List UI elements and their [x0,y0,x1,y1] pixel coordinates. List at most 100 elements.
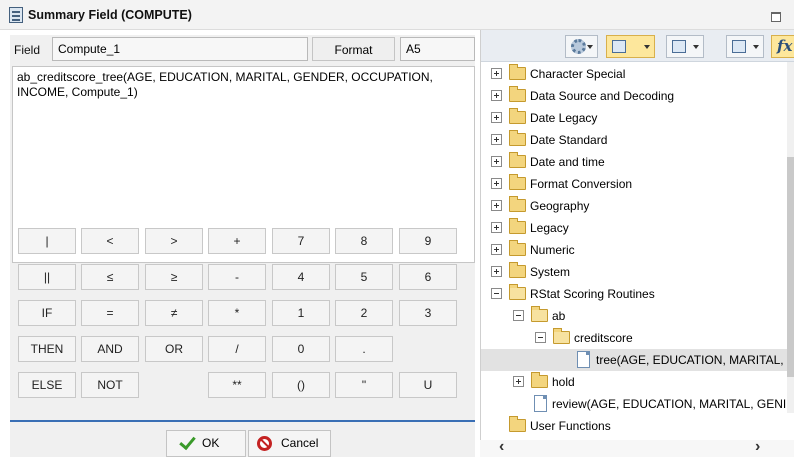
folder-icon [509,130,526,146]
document-icon [534,395,547,412]
key-multiply[interactable]: * [208,300,266,326]
cancel-button[interactable]: Cancel [248,430,331,457]
key-if[interactable]: IF [18,300,76,326]
expand-icon[interactable] [491,68,502,79]
key-less-than[interactable]: < [81,228,139,254]
key-else[interactable]: ELSE [18,372,76,398]
scrollbar-thumb[interactable] [787,157,794,377]
ok-button[interactable]: OK [166,430,246,457]
key-u[interactable]: U [399,372,457,398]
tree-item[interactable]: Date Standard [481,129,787,151]
collapse-icon[interactable] [513,310,524,321]
folder-icon [509,174,526,190]
tree-item-label: Geography [530,199,590,213]
key-minus[interactable]: - [208,264,266,290]
key-quote[interactable]: " [335,372,393,398]
key-power[interactable]: ** [208,372,266,398]
maximize-button[interactable] [771,12,781,22]
chevron-down-icon [644,45,650,49]
scroll-right-icon[interactable]: › [755,438,760,456]
tree-item[interactable]: review(AGE, EDUCATION, MARITAL, GENI [481,393,787,415]
folder-icon [531,372,548,388]
tree-item-selected[interactable]: tree(AGE, EDUCATION, MARITAL, [481,349,787,371]
tree-dropdown[interactable] [726,35,764,58]
view-icon [612,40,626,53]
checkmark-icon [179,432,196,451]
tree-item[interactable]: System [481,261,787,283]
expand-icon[interactable] [491,244,502,255]
expand-icon[interactable] [513,376,524,387]
no-entry-icon [257,436,272,451]
format-button[interactable]: Format [312,37,395,61]
key-8[interactable]: 8 [335,228,393,254]
tree-item[interactable]: Numeric [481,239,787,261]
tree-item[interactable]: Geography [481,195,787,217]
key-parentheses[interactable]: () [272,372,330,398]
list-dropdown[interactable] [666,35,704,58]
scroll-left-icon[interactable]: ‹ [499,438,504,456]
ok-label: OK [202,436,220,450]
key-equals[interactable]: = [81,300,139,326]
format-input[interactable]: A5 [400,37,475,61]
expand-icon[interactable] [491,178,502,189]
tree-item[interactable]: Date Legacy [481,107,787,129]
view-dropdown[interactable] [606,35,655,58]
expand-icon[interactable] [491,134,502,145]
key-greater-than[interactable]: > [145,228,203,254]
tree-item[interactable]: Format Conversion [481,173,787,195]
tree-item[interactable]: hold [481,371,787,393]
key-or[interactable]: OR [145,336,203,362]
cancel-label: Cancel [281,436,319,450]
function-button[interactable]: fx [771,35,794,58]
field-name-input[interactable]: Compute_1 [52,37,308,61]
expand-icon[interactable] [491,222,502,233]
folder-icon [509,218,526,234]
tree-item-label: creditscore [574,331,633,345]
key-not-equal[interactable]: ≠ [145,300,203,326]
key-6[interactable]: 6 [399,264,457,290]
key-plus[interactable]: + [208,228,266,254]
tree-item[interactable]: Data Source and Decoding [481,85,787,107]
key-5[interactable]: 5 [335,264,393,290]
tree-item[interactable]: Date and time [481,151,787,173]
tree-item[interactable]: Character Special [481,63,787,85]
key-3[interactable]: 3 [399,300,457,326]
tree-item[interactable]: User Functions [481,415,787,437]
key-1[interactable]: 1 [272,300,330,326]
tree-item-label: review(AGE, EDUCATION, MARITAL, GENI [552,397,787,411]
tree-item[interactable]: creditscore [481,327,787,349]
expand-icon[interactable] [491,156,502,167]
expand-icon[interactable] [491,112,502,123]
expand-icon[interactable] [491,200,502,211]
tree-item[interactable]: Legacy [481,217,787,239]
key-9[interactable]: 9 [399,228,457,254]
key-2[interactable]: 2 [335,300,393,326]
key-greater-equal[interactable]: ≥ [145,264,203,290]
tree-item-label: Date Legacy [530,111,598,125]
gear-icon [571,39,586,54]
tree-item[interactable]: RStat Scoring Routines [481,283,787,305]
folder-icon [509,64,526,80]
key-and[interactable]: AND [81,336,139,362]
key-then[interactable]: THEN [18,336,76,362]
chevron-down-icon [693,45,699,49]
key-pipe[interactable]: | [18,228,76,254]
key-concat[interactable]: || [18,264,76,290]
key-4[interactable]: 4 [272,264,330,290]
key-less-equal[interactable]: ≤ [81,264,139,290]
settings-dropdown[interactable] [565,35,598,58]
vertical-scrollbar[interactable] [787,62,794,413]
key-decimal[interactable]: . [335,336,393,362]
key-not[interactable]: NOT [81,372,139,398]
tree-item[interactable]: ab [481,305,787,327]
key-divide[interactable]: / [208,336,266,362]
collapse-icon[interactable] [491,288,502,299]
collapse-icon[interactable] [535,332,546,343]
tree-item-label: Data Source and Decoding [530,89,675,103]
expand-icon[interactable] [491,266,502,277]
horizontal-scrollbar[interactable]: ‹ › [480,438,794,457]
folder-icon [509,196,526,212]
key-7[interactable]: 7 [272,228,330,254]
key-0[interactable]: 0 [272,336,330,362]
expand-icon[interactable] [491,90,502,101]
